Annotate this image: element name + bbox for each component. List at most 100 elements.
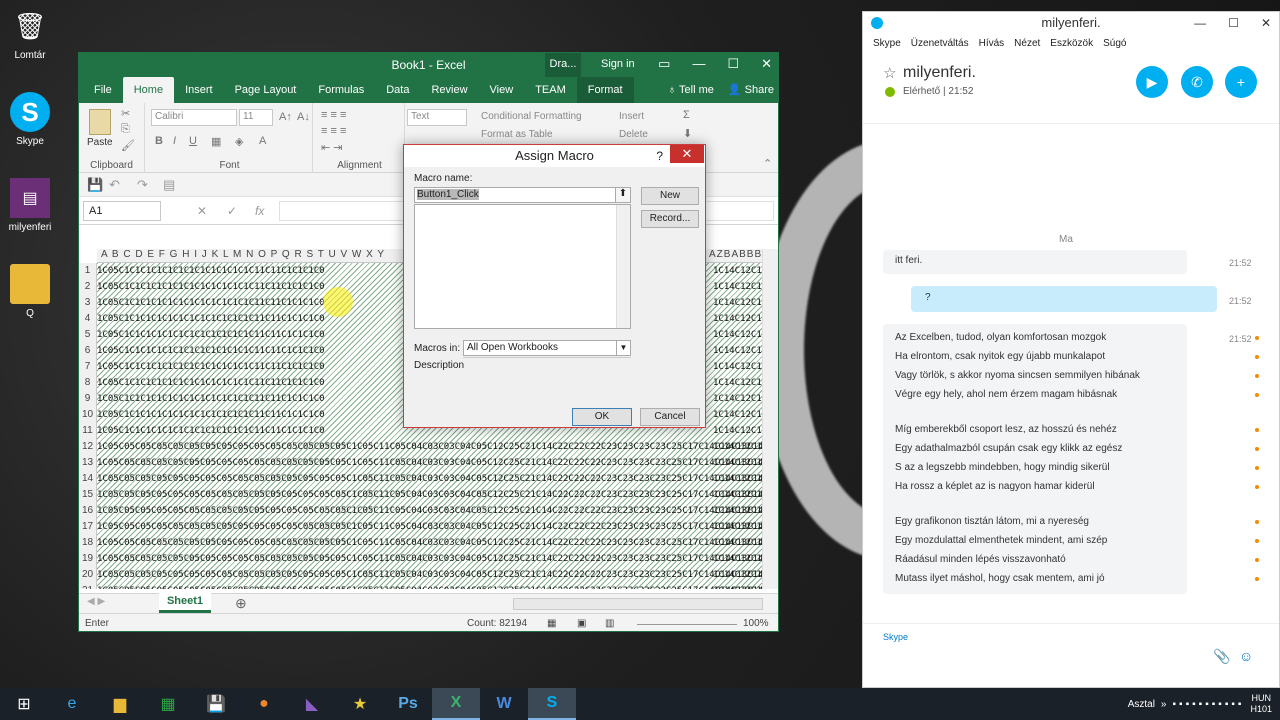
- form-icon[interactable]: ▤: [163, 177, 175, 193]
- video-call-button[interactable]: ▶: [1136, 66, 1168, 98]
- row-header[interactable]: 11: [79, 423, 96, 439]
- close-icon[interactable]: ✕: [761, 56, 772, 72]
- font-size-box[interactable]: 11: [239, 109, 273, 126]
- record-button[interactable]: Record...: [641, 210, 699, 228]
- insert-cells-button[interactable]: Insert: [619, 111, 644, 122]
- insert-function-button[interactable]: fx: [255, 204, 264, 218]
- taskbar-store[interactable]: ▦: [144, 688, 192, 720]
- context-tab-drawing[interactable]: Dra...: [545, 53, 581, 77]
- tab-data[interactable]: Data: [375, 77, 420, 103]
- format-as-table-button[interactable]: Format as Table: [481, 129, 553, 140]
- page-break-icon[interactable]: ▥: [605, 618, 614, 629]
- desktop-icon-q[interactable]: Q: [0, 264, 60, 319]
- add-sheet-icon[interactable]: ⊕: [235, 595, 247, 612]
- row-header[interactable]: 15: [79, 487, 96, 503]
- align-top-icon[interactable]: ≡ ≡ ≡: [321, 109, 346, 121]
- taskbar-movie-maker[interactable]: ★: [336, 688, 384, 720]
- maximize-icon[interactable]: ☐: [1228, 12, 1239, 34]
- sheet-tab-sheet1[interactable]: Sheet1: [159, 593, 211, 613]
- row-header[interactable]: 17: [79, 519, 96, 535]
- page-layout-icon[interactable]: ▣: [577, 618, 586, 629]
- tray-icons[interactable]: ▪▪▪▪▪▪▪▪▪▪▪: [1172, 699, 1244, 710]
- star-icon[interactable]: ☆: [883, 64, 896, 82]
- menu-skype[interactable]: Skype: [873, 34, 901, 54]
- emoticon-icon[interactable]: ☺: [1239, 648, 1253, 664]
- underline-button[interactable]: U: [189, 135, 197, 147]
- number-format-box[interactable]: Text: [407, 109, 467, 126]
- desktop-icon-skype[interactable]: S Skype: [0, 92, 60, 147]
- paste-icon[interactable]: [89, 109, 111, 135]
- paste-button[interactable]: Paste: [87, 137, 113, 148]
- vertical-scrollbar[interactable]: [762, 249, 778, 589]
- fill-color-icon[interactable]: ◈: [235, 135, 243, 148]
- table-row[interactable]: 1C05C05C05C05C05C05C05C05C05C05C05C05C05…: [97, 471, 763, 487]
- sign-in-link[interactable]: Sign in: [601, 58, 635, 70]
- font-name-box[interactable]: Calibri: [151, 109, 237, 126]
- tab-view[interactable]: View: [479, 77, 525, 103]
- message-compose-area[interactable]: Skype 📎 ☺: [863, 623, 1279, 687]
- taskbar-explorer[interactable]: ▆: [96, 688, 144, 720]
- menu-sugo[interactable]: Súgó: [1103, 34, 1126, 54]
- ok-button[interactable]: OK: [572, 408, 632, 426]
- row-header[interactable]: 4: [79, 311, 96, 327]
- undo-icon[interactable]: ↶: [109, 177, 120, 193]
- save-icon[interactable]: 💾: [87, 177, 103, 193]
- tab-home[interactable]: Home: [122, 77, 175, 103]
- cancel-button[interactable]: Cancel: [640, 408, 700, 426]
- table-row[interactable]: 1C05C05C05C05C05C05C05C05C05C05C05C05C05…: [97, 535, 763, 551]
- font-color-icon[interactable]: A: [259, 135, 266, 147]
- row-header[interactable]: 7: [79, 359, 96, 375]
- tab-page-layout[interactable]: Page Layout: [224, 77, 308, 103]
- tell-me-box[interactable]: ♁ Tell me: [668, 77, 714, 103]
- tab-review[interactable]: Review: [420, 77, 478, 103]
- table-row[interactable]: 1C05C05C05C05C05C05C05C05C05C05C05C05C05…: [97, 519, 763, 535]
- table-row[interactable]: 1C05C05C05C05C05C05C05C05C05C05C05C05C05…: [97, 455, 763, 471]
- ribbon-display-icon[interactable]: ▭: [658, 56, 670, 72]
- row-header[interactable]: 19: [79, 551, 96, 567]
- desktop-icon-recycle-bin[interactable]: 🗑 Lomtár: [0, 6, 60, 62]
- row-header[interactable]: 2: [79, 279, 96, 295]
- macro-list[interactable]: [414, 204, 631, 329]
- table-row[interactable]: 1C05C05C05C05C05C05C05C05C05C05C05C05C05…: [97, 439, 763, 455]
- row-header[interactable]: 18: [79, 535, 96, 551]
- cut-icon[interactable]: ✂: [121, 107, 130, 120]
- row-header[interactable]: 12: [79, 439, 96, 455]
- tab-team[interactable]: TEAM: [524, 77, 577, 103]
- shrink-font-icon[interactable]: A↓: [297, 111, 310, 123]
- row-header[interactable]: 21: [79, 583, 96, 589]
- tab-file[interactable]: File: [83, 77, 123, 103]
- taskbar-excel[interactable]: X: [432, 688, 480, 720]
- taskbar-visual-studio[interactable]: ◣: [288, 688, 336, 720]
- confirm-entry-icon[interactable]: ✓: [227, 204, 237, 218]
- table-row[interactable]: 1C05C05C05C05C05C05C05C05C05C05C05C05C05…: [97, 583, 763, 589]
- collapse-dialog-icon[interactable]: ⬆: [615, 187, 631, 203]
- conditional-formatting-button[interactable]: Conditional Formatting: [481, 111, 582, 122]
- copy-icon[interactable]: ⎘: [121, 123, 130, 136]
- fill-icon[interactable]: ⬇: [683, 127, 692, 140]
- tray-overflow-icon[interactable]: »: [1161, 699, 1167, 710]
- share-button[interactable]: 👤 Share: [728, 77, 774, 103]
- row-header[interactable]: 5: [79, 327, 96, 343]
- format-painter-icon[interactable]: 🖌: [121, 139, 135, 152]
- redo-icon[interactable]: ↷: [137, 177, 148, 193]
- row-header[interactable]: 16: [79, 503, 96, 519]
- table-row[interactable]: 1C05C05C05C05C05C05C05C05C05C05C05C05C05…: [97, 551, 763, 567]
- minimize-icon[interactable]: —: [1194, 12, 1206, 34]
- taskbar-photoshop[interactable]: Ps: [384, 688, 432, 720]
- menu-uzenetvaltas[interactable]: Üzenetváltás: [911, 34, 969, 54]
- maximize-icon[interactable]: ☐: [727, 56, 739, 72]
- horizontal-scrollbar[interactable]: [513, 598, 763, 610]
- row-header[interactable]: 13: [79, 455, 96, 471]
- new-button[interactable]: New: [641, 187, 699, 205]
- desktop-toolbar-label[interactable]: Asztal: [1128, 699, 1155, 710]
- autosum-icon[interactable]: Σ: [683, 109, 690, 121]
- desktop-icon-milyenferi[interactable]: ▤ milyenferi: [0, 178, 60, 233]
- macros-in-select[interactable]: All Open Workbooks ▼: [463, 340, 631, 356]
- tab-format[interactable]: Format: [576, 77, 634, 103]
- table-row[interactable]: 1C05C05C05C05C05C05C05C05C05C05C05C05C05…: [97, 503, 763, 519]
- bold-button[interactable]: B: [155, 135, 163, 147]
- start-button[interactable]: ⊞: [0, 688, 48, 720]
- table-row[interactable]: 1C05C05C05C05C05C05C05C05C05C05C05C05C05…: [97, 487, 763, 503]
- taskbar-word[interactable]: W: [480, 688, 528, 720]
- row-header[interactable]: 6: [79, 343, 96, 359]
